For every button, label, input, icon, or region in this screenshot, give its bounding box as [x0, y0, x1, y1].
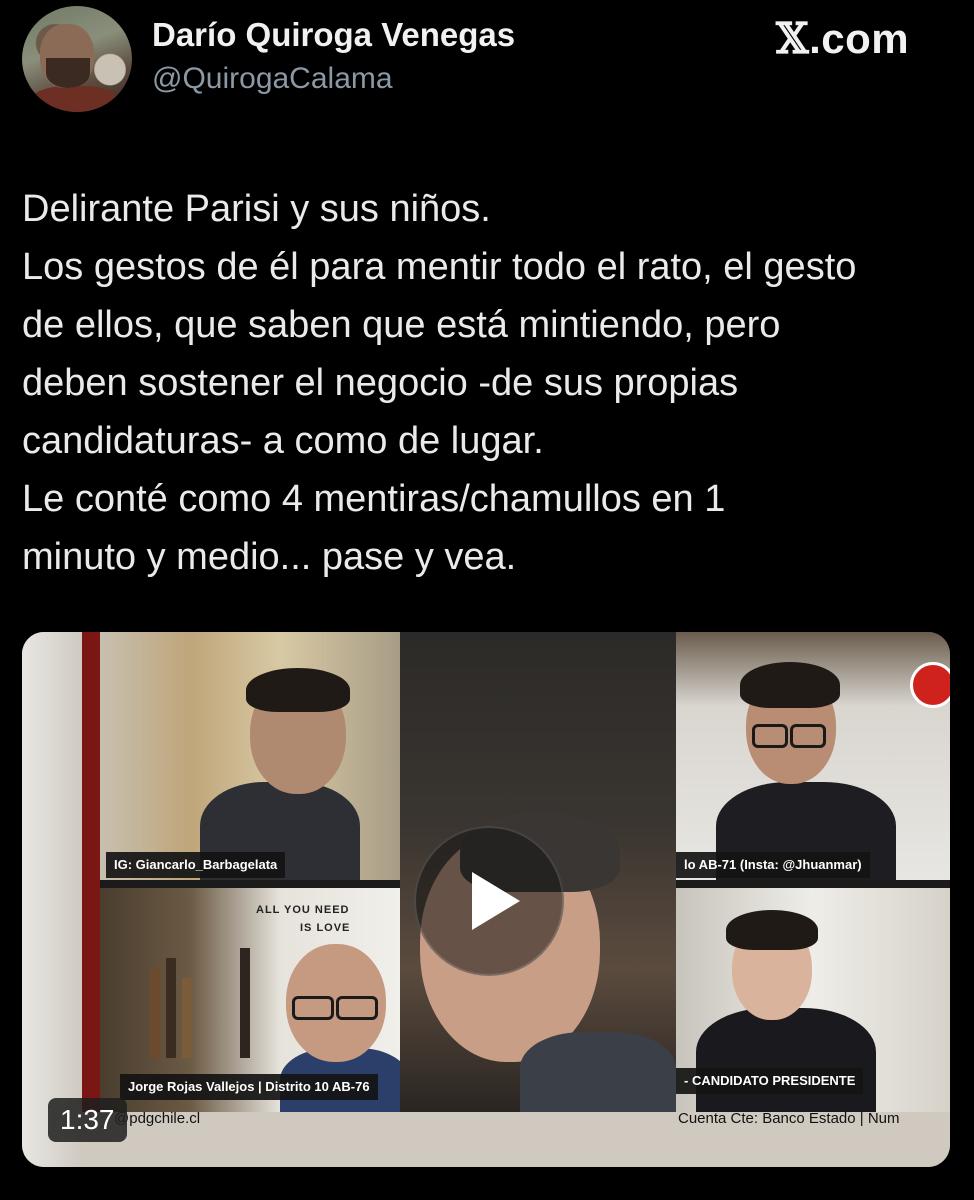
tweet-line: deben sostener el negocio -de sus propia…	[22, 362, 739, 404]
glasses	[336, 996, 378, 1020]
channel-logo-icon	[910, 662, 950, 708]
author-name[interactable]: Darío Quiroga Venegas	[152, 16, 515, 54]
x-logo-icon: 𝕏	[776, 14, 810, 63]
participant-body	[520, 1032, 676, 1112]
bookshelf-book	[150, 968, 160, 1058]
video-duration: 1:37	[48, 1098, 127, 1142]
video-tile-top-left: IG: Giancarlo_Barbagelata	[100, 632, 400, 880]
poster-text: IS LOVE	[300, 922, 351, 934]
x-brand-logo: 𝕏.com	[776, 14, 909, 63]
video-player[interactable]: IG: Giancarlo_Barbagelata lo AB-71 (Inst…	[22, 632, 950, 1167]
glasses	[790, 724, 826, 748]
tweet-line: candidaturas- a como de lugar.	[22, 420, 544, 462]
participant-body	[696, 1008, 876, 1112]
avatar-shirt	[30, 86, 120, 112]
tweet-line: Delirante Parisi y sus niños.	[22, 188, 491, 230]
video-tile-bottom-right: - CANDIDATO PRESIDENTE	[676, 888, 950, 1112]
poster-text: ALL YOU NEED	[256, 904, 350, 916]
brand-domain: .com	[809, 15, 910, 62]
tweet-line: de ellos, que saben que está mintiendo, …	[22, 304, 781, 346]
author-avatar[interactable]	[22, 6, 132, 112]
bookshelf-book	[166, 958, 176, 1058]
participant-caption: IG: Giancarlo_Barbagelata	[106, 852, 286, 878]
tweet-line: minuto y medio... pase y vea.	[22, 536, 517, 578]
author-handle[interactable]: @QuirogaCalama	[152, 62, 393, 96]
glasses	[752, 724, 788, 748]
footer-right-text: Cuenta Cte: Banco Estado | Num	[678, 1110, 900, 1127]
tweet-line: Los gestos de él para mentir todo el rat…	[22, 246, 857, 288]
participant-caption: lo AB-71 (Insta: @Jhuanmar)	[676, 852, 870, 878]
glasses	[292, 996, 334, 1020]
video-tile-top-right: lo AB-71 (Insta: @Jhuanmar)	[676, 632, 950, 880]
participant-hair	[726, 910, 818, 950]
video-tile-bottom-left: ALL YOU NEED IS LOVE Jorge Rojas Vallejo…	[100, 888, 400, 1112]
participant-hair	[246, 668, 350, 712]
participant-caption: Jorge Rojas Vallejos | Distrito 10 AB-76	[120, 1074, 378, 1100]
stream-side-bar	[82, 632, 100, 1112]
bookshelf-book	[182, 978, 192, 1058]
monitor-bezel	[22, 632, 82, 1167]
bookshelf-book	[240, 948, 250, 1058]
footer-left-text: @pdgchile.cl	[114, 1110, 201, 1127]
participant-caption: - CANDIDATO PRESIDENTE	[676, 1068, 864, 1094]
play-button-icon[interactable]	[414, 826, 564, 976]
tweet-line: Le conté como 4 mentiras/chamullos en 1	[22, 478, 726, 520]
participant-hair	[740, 662, 840, 708]
avatar-beard	[46, 58, 90, 88]
tweet-text: Delirante Parisi y sus niños. Los gestos…	[22, 180, 962, 586]
